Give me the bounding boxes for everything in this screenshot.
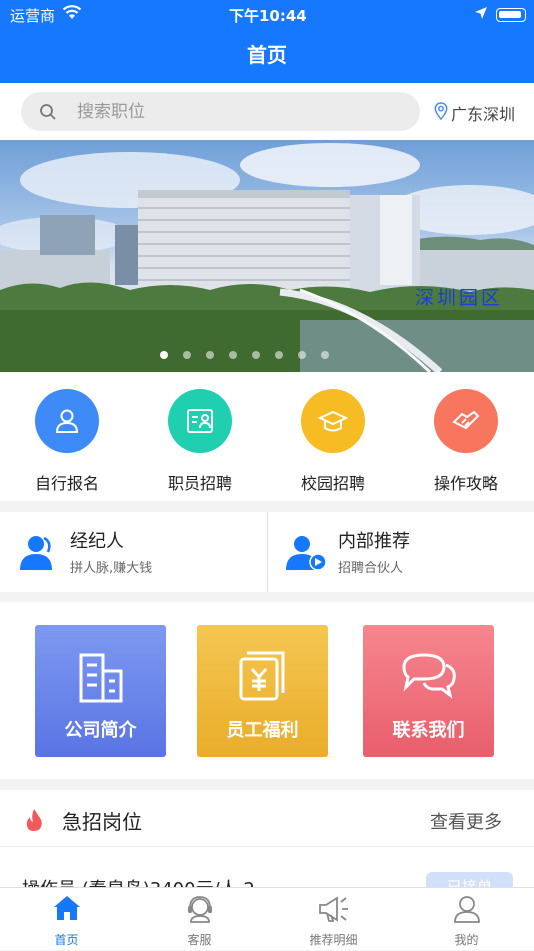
job-title[interactable]: 操作员 (秦皇岛)3400元/人 2 bbox=[22, 875, 255, 887]
carrier-label: 运营商 bbox=[10, 7, 56, 25]
quick-actions: 自行报名 职员招聘 校园招聘 操作攻略 bbox=[0, 372, 534, 501]
chat-bubbles-icon bbox=[363, 649, 494, 705]
quick-action-label: 操作攻略 bbox=[433, 474, 498, 493]
quick-action-staff-recruit[interactable]: 职员招聘 bbox=[145, 389, 255, 494]
carousel-dot[interactable] bbox=[321, 351, 329, 359]
agent-subtitle: 拼人脉,赚大钱 bbox=[70, 561, 153, 576]
carousel-dot[interactable] bbox=[183, 351, 191, 359]
user-icon bbox=[400, 894, 533, 926]
tab-label: 推荐明细 bbox=[309, 933, 358, 947]
agent-entry-broker[interactable]: 经纪人 拼人脉,赚大钱 bbox=[0, 512, 267, 592]
carousel-dot[interactable] bbox=[275, 351, 283, 359]
job-status-button[interactable]: 已接单 bbox=[426, 872, 513, 887]
banner-caption-text: 深圳园区 bbox=[415, 287, 503, 308]
quick-action-campus-recruit[interactable]: 校园招聘 bbox=[278, 389, 388, 494]
clock-label: 下午10:44 bbox=[229, 7, 307, 25]
handshake-icon bbox=[434, 389, 498, 453]
receipt-yen-icon bbox=[197, 649, 328, 705]
carousel-dot[interactable] bbox=[252, 351, 260, 359]
location-pin-icon bbox=[434, 102, 448, 124]
info-cards: 公司简介 员工福利 联系我们 bbox=[0, 602, 534, 779]
tab-label: 首页 bbox=[54, 933, 79, 947]
referral-icon bbox=[286, 532, 328, 576]
agent-section: 经纪人 拼人脉,赚大钱 内部推荐 招聘合伙人 bbox=[0, 512, 534, 592]
tab-label: 客服 bbox=[187, 933, 212, 947]
quick-action-guide[interactable]: 操作攻略 bbox=[411, 389, 521, 494]
contact-us-card[interactable]: 联系我们 bbox=[363, 625, 494, 757]
banner-carousel[interactable]: 深圳园区 bbox=[0, 140, 534, 372]
svg-text:深圳园区: 深圳园区 bbox=[415, 287, 503, 308]
home-icon bbox=[0, 894, 133, 926]
card-label: 公司简介 bbox=[64, 720, 137, 741]
agent-entry-referral[interactable]: 内部推荐 招聘合伙人 bbox=[268, 512, 534, 592]
section-title: 急招岗位 bbox=[62, 810, 142, 834]
broker-icon bbox=[18, 532, 60, 576]
carousel-dot[interactable] bbox=[206, 351, 214, 359]
id-card-icon bbox=[168, 389, 232, 453]
job-list: 操作员 (秦皇岛)3400元/人 2 已接单 bbox=[0, 847, 534, 887]
carousel-dot[interactable] bbox=[160, 351, 168, 359]
quick-action-label: 自行报名 bbox=[34, 474, 99, 493]
wifi-icon bbox=[62, 4, 82, 24]
page-title: 首页 bbox=[247, 43, 287, 67]
company-intro-card[interactable]: 公司简介 bbox=[35, 625, 166, 757]
tab-label: 我的 bbox=[454, 933, 479, 947]
tab-home[interactable]: 首页 bbox=[0, 888, 133, 951]
urgent-jobs-header: 急招岗位 查看更多 bbox=[0, 790, 534, 847]
status-bar: 运营商 下午10:44 bbox=[0, 0, 534, 30]
carousel-indicator bbox=[160, 351, 329, 359]
graduation-cap-icon bbox=[301, 389, 365, 453]
search-box[interactable] bbox=[21, 92, 420, 131]
tab-referral-details[interactable]: 推荐明细 bbox=[267, 888, 400, 951]
tab-customer-service[interactable]: 客服 bbox=[133, 888, 266, 951]
battery-icon bbox=[496, 8, 526, 22]
carousel-dot[interactable] bbox=[298, 351, 306, 359]
quick-action-label: 职员招聘 bbox=[167, 474, 232, 493]
nav-bar: 首页 bbox=[0, 30, 534, 83]
tab-bar: 首页 客服 推荐明细 我的 bbox=[0, 887, 534, 950]
search-icon bbox=[39, 103, 57, 125]
megaphone-icon bbox=[267, 894, 400, 926]
location-arrow-icon bbox=[474, 6, 488, 24]
quick-action-label: 校园招聘 bbox=[300, 474, 365, 493]
card-label: 联系我们 bbox=[392, 720, 465, 741]
quick-action-self-apply[interactable]: 自行报名 bbox=[12, 389, 122, 494]
person-icon bbox=[35, 389, 99, 453]
building-icon bbox=[35, 649, 166, 705]
city-label: 广东深圳 bbox=[451, 105, 516, 124]
employee-benefits-card[interactable]: 员工福利 bbox=[197, 625, 328, 757]
tab-profile[interactable]: 我的 bbox=[400, 888, 533, 951]
fire-icon bbox=[24, 808, 44, 836]
search-input[interactable] bbox=[77, 92, 397, 131]
carousel-dot[interactable] bbox=[229, 351, 237, 359]
headset-icon bbox=[133, 894, 266, 926]
card-label: 员工福利 bbox=[226, 720, 299, 741]
agent-subtitle: 招聘合伙人 bbox=[338, 561, 404, 576]
banner-image bbox=[0, 143, 534, 372]
agent-title: 内部推荐 bbox=[338, 531, 410, 552]
city-selector[interactable]: 广东深圳 bbox=[434, 101, 515, 125]
search-row: 广东深圳 bbox=[0, 83, 534, 140]
agent-title: 经纪人 bbox=[70, 531, 124, 552]
view-more-link[interactable]: 查看更多 bbox=[430, 808, 502, 834]
